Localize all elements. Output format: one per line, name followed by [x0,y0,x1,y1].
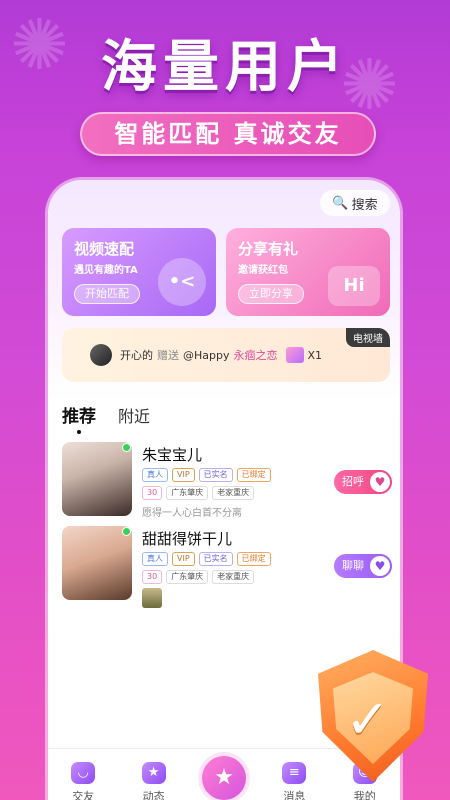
gift-broadcast-bar[interactable]: 开心的 赠送 @Happy 永痼之恋 X1 电视墙 [62,328,390,382]
verified-badge: 已实名 [198,552,233,566]
vip-badge: VIP [172,552,195,566]
gift-sender: 开心的 [120,349,153,362]
nav-label: 我的 [353,790,376,800]
friends-icon: ◡ [71,762,96,784]
online-indicator [122,443,131,452]
hero-subtitle: 智能匹配 真诚交友 [80,112,376,156]
avatar[interactable] [62,442,132,516]
chat-button[interactable]: 聊聊 ♥ [334,554,392,578]
user-name: 甜甜得饼干儿 [142,530,233,548]
gift-name: 永痼之恋 [233,349,278,362]
user-badges: 真人 VIP 已实名 已绑定 [142,552,271,566]
share-now-button[interactable]: 立即分享 [238,284,304,304]
search-button[interactable]: 🔍 搜索 [320,190,390,216]
sender-avatar [90,344,112,366]
video-match-card[interactable]: 视频速配 遇见有趣的TA 开始匹配 •< [62,228,216,316]
heart-icon: ♥ [370,556,390,576]
search-icon: 🔍 [332,195,349,211]
real-person-badge: 真人 [142,468,168,482]
nav-item-center[interactable]: ★ [194,756,254,800]
bound-badge: 已绑定 [236,552,271,566]
user-bio: 愿得一人心白首不分离 [142,508,242,519]
age-tag: 30 [142,570,163,584]
tv-wall-tag: 电视墙 [346,328,390,347]
list-item[interactable]: 甜甜得饼干儿 真人 VIP 已实名 已绑定 30 广东肇庆 老家重庆 聊聊 ♥ [62,526,392,608]
chat-bubble-icon: •< [158,258,206,306]
hometown-tag: 老家重庆 [212,570,255,584]
user-badges: 真人 VIP 已实名 已绑定 [142,468,271,482]
age-tag: 30 [142,486,163,500]
user-tags: 30 广东肇庆 老家重庆 [142,570,255,584]
search-label: 搜索 [351,197,378,213]
card-title: 视频速配 [74,240,135,258]
hero-title: 海量用户 [101,35,349,100]
chat-label: 聊聊 [342,559,364,572]
gift-receiver: @Happy [183,348,230,362]
share-gift-card[interactable]: 分享有礼 邀请获红包 立即分享 Hi [226,228,390,316]
star-icon: ★ [141,762,166,784]
greet-label: 招呼 [342,475,364,488]
bound-badge: 已绑定 [236,468,271,482]
hi-bubble-icon: Hi [328,266,380,306]
location-tag: 广东肇庆 [166,486,209,500]
gift-verb: 赠送 [157,349,179,362]
start-match-button[interactable]: 开始匹配 [74,284,140,304]
nav-item-moments[interactable]: ★ 动态 [124,762,184,800]
check-icon: ✓ [345,688,391,751]
greet-button[interactable]: 招呼 ♥ [334,470,392,494]
message-icon: ≡ [282,762,307,784]
card-title: 分享有礼 [238,240,299,258]
list-item[interactable]: 朱宝宝儿 真人 VIP 已实名 已绑定 30 广东肇庆 老家重庆 愿得一人心白首… [62,442,392,520]
avatar[interactable] [62,526,132,600]
online-indicator [122,527,131,536]
heart-icon: ♥ [370,472,390,492]
nav-label: 动态 [142,790,165,800]
nav-item-messages[interactable]: ≡ 消息 [264,762,324,800]
user-name: 朱宝宝儿 [142,446,203,464]
tab-recommend[interactable]: 推荐 [62,402,96,434]
nav-label: 消息 [283,790,306,800]
star-button-icon: ★ [201,756,246,800]
gift-count: X1 [307,348,323,362]
vip-badge: VIP [172,468,195,482]
nav-item-friends[interactable]: ◡ 交友 [53,762,113,800]
moment-thumbnail[interactable] [142,588,162,608]
location-tag: 广东肇庆 [166,570,209,584]
feed-tabs: 推荐 附近 [62,402,150,434]
card-desc: 遇见有趣的TA [74,265,138,276]
hometown-tag: 老家重庆 [212,486,255,500]
nav-label: 交友 [72,790,95,800]
real-person-badge: 真人 [142,552,168,566]
card-desc: 邀请获红包 [238,265,288,276]
verified-badge: 已实名 [198,468,233,482]
tab-nearby[interactable]: 附近 [118,403,150,427]
user-tags: 30 广东肇庆 老家重庆 [142,486,255,500]
gift-box-icon [285,347,304,363]
